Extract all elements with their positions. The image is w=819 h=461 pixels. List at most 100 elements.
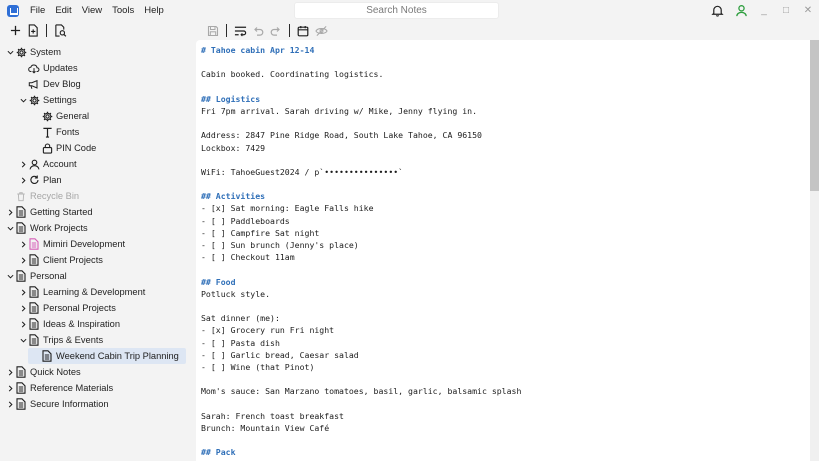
tree-item[interactable]: Secure Information (0, 396, 196, 412)
chevron-down-icon[interactable] (18, 92, 28, 108)
editor-content[interactable]: # Tahoe cabin Apr 12-14 Cabin booked. Coo… (201, 44, 521, 458)
chevron-right-icon[interactable] (5, 396, 15, 412)
editor-line[interactable]: - [ ] Checkout 11am (201, 251, 521, 263)
editor-line[interactable] (201, 154, 521, 166)
tree-item[interactable]: Settings (0, 92, 196, 108)
editor-line[interactable]: Potluck style. (201, 288, 521, 300)
tree-item[interactable]: Reference Materials (0, 380, 196, 396)
editor-line[interactable] (201, 300, 521, 312)
bell-icon[interactable] (705, 0, 729, 21)
chevron-down-icon[interactable] (5, 220, 15, 236)
tree-item[interactable]: Plan (0, 172, 196, 188)
menu-help[interactable]: Help (139, 0, 169, 21)
tree-item[interactable]: Learning & Development (0, 284, 196, 300)
tree-item[interactable]: Ideas & Inspiration (0, 316, 196, 332)
editor-line[interactable] (201, 263, 521, 275)
tree-item[interactable]: Getting Started (0, 204, 196, 220)
menu-edit[interactable]: Edit (50, 0, 76, 21)
redo-icon[interactable] (267, 22, 285, 40)
editor-line[interactable]: Brunch: Mountain View Café (201, 422, 521, 434)
editor-line[interactable]: - [ ] Garlic bread, Caesar salad (201, 349, 521, 361)
tree-item[interactable]: System (0, 44, 196, 60)
chevron-right-icon[interactable] (18, 236, 28, 252)
editor-line[interactable] (201, 56, 521, 68)
document-icon (28, 284, 40, 300)
chevron-down-icon[interactable] (5, 268, 15, 284)
tree-item[interactable]: Trips & Events (0, 332, 196, 348)
chevron-right-icon[interactable] (18, 252, 28, 268)
chevron-down-icon[interactable] (18, 332, 28, 348)
chevron-down-icon[interactable] (5, 44, 15, 60)
save-icon[interactable] (204, 22, 222, 40)
tree-item[interactable]: Recycle Bin (0, 188, 196, 204)
editor-heading-line[interactable]: ## Food (201, 276, 521, 288)
chevron-right-icon[interactable] (5, 380, 15, 396)
editor-line[interactable]: Lockbox: 7429 (201, 142, 521, 154)
maximize-button[interactable]: □ (775, 0, 797, 21)
editor-line[interactable]: Address: 2847 Pine Ridge Road, South Lak… (201, 129, 521, 141)
calendar-icon[interactable] (294, 22, 312, 40)
search-note-icon[interactable] (51, 22, 69, 40)
search-input[interactable]: Search Notes (294, 2, 499, 19)
editor-line[interactable]: - [x] Sat morning: Eagle Falls hike (201, 202, 521, 214)
editor-line[interactable]: WiFi: TahoeGuest2024 / p`•••••••••••••••… (201, 166, 521, 178)
editor-line[interactable]: Cabin booked. Coordinating logistics. (201, 68, 521, 80)
editor-scrollbar[interactable] (810, 40, 819, 461)
plus-icon[interactable] (6, 22, 24, 40)
editor-line[interactable]: Sarah: French toast breakfast (201, 410, 521, 422)
menu-view[interactable]: View (77, 0, 107, 21)
editor-line[interactable] (201, 397, 521, 409)
tree-item[interactable]: Work Projects (0, 220, 196, 236)
menu-file[interactable]: File (25, 0, 50, 21)
chevron-right-icon[interactable] (18, 316, 28, 332)
editor-line[interactable] (201, 81, 521, 93)
tree-item[interactable]: Client Projects (0, 252, 196, 268)
tree-item-label: Secure Information (30, 399, 109, 409)
chevron-right-icon[interactable] (18, 300, 28, 316)
chevron-right-icon[interactable] (18, 284, 28, 300)
tree-item[interactable]: PIN Code (0, 140, 196, 156)
editor-heading-line[interactable]: ## Activities (201, 190, 521, 202)
chevron-right-icon[interactable] (5, 204, 15, 220)
word-wrap-icon[interactable] (231, 22, 249, 40)
close-button[interactable]: ✕ (797, 0, 819, 21)
tree-item[interactable]: Weekend Cabin Trip Planning (28, 348, 186, 364)
editor-line[interactable]: - [ ] Paddleboards (201, 215, 521, 227)
tree-item[interactable]: Account (0, 156, 196, 172)
editor-line[interactable]: Sat dinner (me): (201, 312, 521, 324)
editor-line[interactable]: Fri 7pm arrival. Sarah driving w/ Mike, … (201, 105, 521, 117)
hide-icon[interactable] (312, 22, 330, 40)
editor-line[interactable] (201, 373, 521, 385)
editor-heading-line[interactable]: # Tahoe cabin Apr 12-14 (201, 44, 521, 56)
editor-line[interactable] (201, 178, 521, 190)
tree-item[interactable]: Quick Notes (0, 364, 196, 380)
editor-line[interactable]: Mom's sauce: San Marzano tomatoes, basil… (201, 385, 521, 397)
editor-line[interactable]: - [ ] Sun brunch (Jenny's place) (201, 239, 521, 251)
account-status-icon[interactable] (729, 0, 753, 21)
tree-item[interactable]: Updates (0, 60, 196, 76)
editor-line[interactable] (201, 117, 521, 129)
menu-tools[interactable]: Tools (107, 0, 139, 21)
editor-line[interactable]: - [ ] Wine (that Pinot) (201, 361, 521, 373)
editor-line[interactable] (201, 434, 521, 446)
chevron-right-icon[interactable] (5, 364, 15, 380)
chevron-right-icon[interactable] (18, 156, 28, 172)
note-editor[interactable]: # Tahoe cabin Apr 12-14 Cabin booked. Coo… (196, 40, 819, 461)
editor-line[interactable]: - [ ] Campfire Sat night (201, 227, 521, 239)
tree-item[interactable]: Dev Blog (0, 76, 196, 92)
undo-icon[interactable] (249, 22, 267, 40)
editor-line[interactable]: - [x] Grocery run Fri night (201, 324, 521, 336)
new-note-icon[interactable] (24, 22, 42, 40)
scrollbar-thumb[interactable] (810, 40, 819, 191)
tree-item[interactable]: Fonts (0, 124, 196, 140)
editor-heading-line[interactable]: ## Logistics (201, 93, 521, 105)
tree-item[interactable]: Mimiri Development (0, 236, 196, 252)
editor-heading-line[interactable]: ## Pack (201, 446, 521, 458)
tree-item[interactable]: Personal (0, 268, 196, 284)
tree-item-label: Client Projects (43, 255, 103, 265)
editor-line[interactable]: - [ ] Pasta dish (201, 337, 521, 349)
chevron-right-icon[interactable] (18, 172, 28, 188)
tree-item[interactable]: Personal Projects (0, 300, 196, 316)
tree-item[interactable]: General (0, 108, 196, 124)
minimize-button[interactable]: _ (753, 0, 775, 21)
